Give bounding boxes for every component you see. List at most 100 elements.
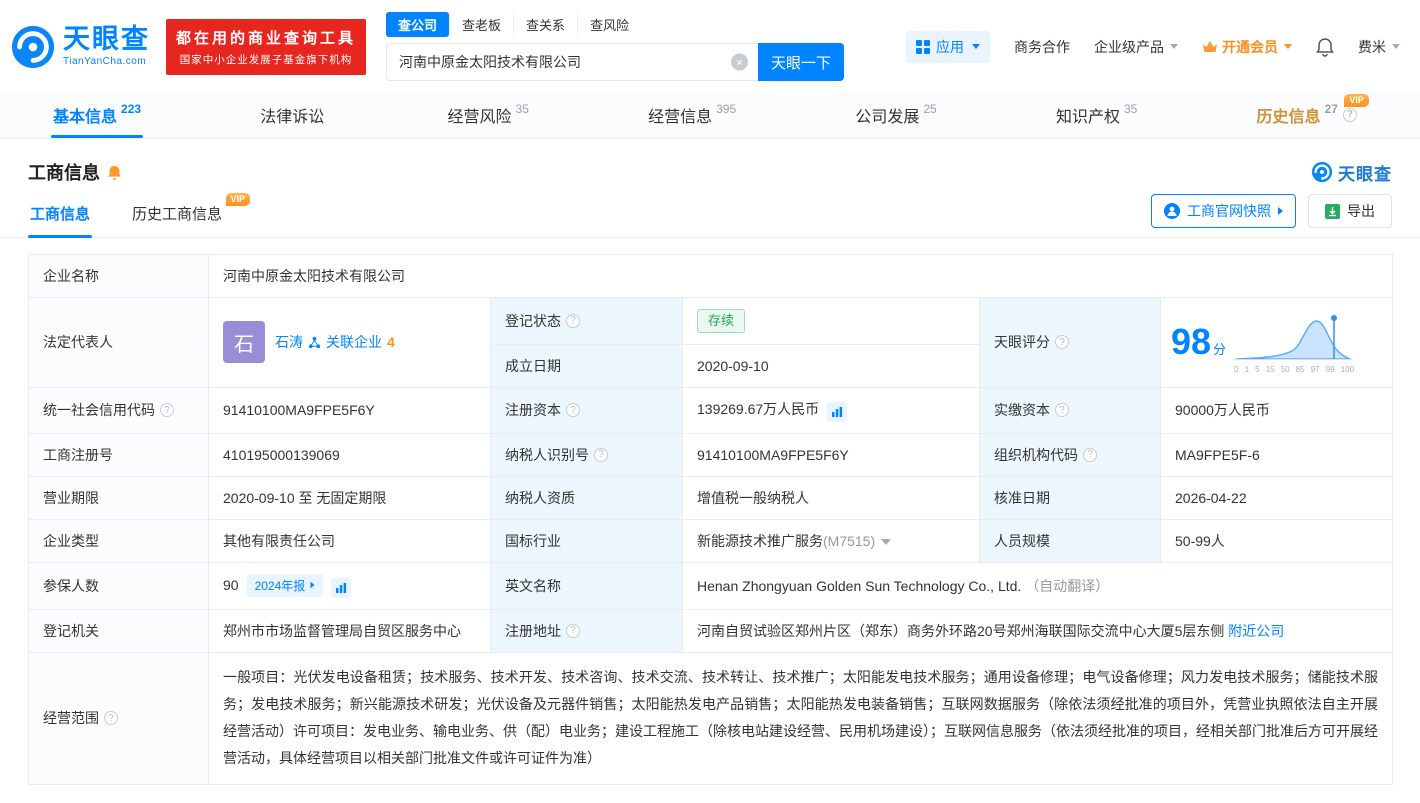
score-label: 天眼评分? <box>979 297 1161 388</box>
search-tab-risk[interactable]: 查风险 <box>577 12 641 37</box>
reg-status-label: 登记状态? <box>490 297 683 345</box>
score-cell[interactable]: 98 分 0 1 5 15 50 85 97 99 100 <box>1159 297 1394 388</box>
subtab-label: 历史工商信息 <box>132 206 223 223</box>
snapshot-label: 工商官网快照 <box>1187 203 1271 219</box>
reg-status-value: 存续 <box>682 297 980 345</box>
open-vip-label: 开通会员 <box>1222 38 1278 55</box>
help-icon[interactable]: ? <box>566 623 580 638</box>
promo-banner-line2: 国家中小企业发展子基金旗下机构 <box>179 53 353 66</box>
est-date-value: 2020-09-10 <box>682 343 980 388</box>
search-tab-company[interactable]: 查公司 <box>386 12 450 37</box>
search-row: × 天眼一下 <box>386 43 845 81</box>
arrow-right-icon <box>310 581 315 589</box>
tab-intellectual-property[interactable]: 知识产权 35 <box>1048 91 1145 138</box>
tab-business-info[interactable]: 经营信息 395 <box>640 91 744 138</box>
help-icon[interactable]: ? <box>1083 447 1097 462</box>
subscribe-bell-icon[interactable] <box>107 164 122 181</box>
tab-company-development[interactable]: 公司发展 25 <box>847 91 944 138</box>
help-icon[interactable]: ? <box>1055 335 1069 350</box>
help-icon[interactable]: ? <box>160 403 174 417</box>
help-icon[interactable]: ? <box>594 447 608 462</box>
help-icon[interactable]: ? <box>104 711 118 726</box>
tab-label: 法律诉讼 <box>260 108 325 126</box>
approval-date-label: 核准日期 <box>979 475 1161 520</box>
tab-count: 223 <box>121 101 142 116</box>
staff-analysis-icon[interactable] <box>331 577 352 598</box>
official-snapshot-button[interactable]: 工商官网快照 <box>1151 194 1296 228</box>
capital-analysis-icon[interactable] <box>827 401 848 422</box>
related-companies-icon <box>308 336 321 348</box>
tab-count: 395 <box>716 101 737 116</box>
user-menu[interactable]: 费米 <box>1358 37 1400 57</box>
search-tab-relation[interactable]: 查关系 <box>513 12 577 37</box>
related-companies-link[interactable]: 关联企业 <box>326 332 382 352</box>
tab-label: 经营信息 <box>648 108 713 126</box>
chevron-down-icon <box>1392 44 1400 49</box>
business-term-label: 营业期限 <box>28 475 209 520</box>
tab-history-info[interactable]: VIP 历史信息 27 ? <box>1249 91 1369 138</box>
search-tabs: 查公司 查老板 查关系 查风险 <box>386 12 844 37</box>
apps-label: 应用 <box>936 38 964 55</box>
help-icon[interactable]: ? <box>566 313 580 328</box>
legal-rep-avatar[interactable]: 石 <box>223 321 265 364</box>
export-label: 导出 <box>1347 203 1375 219</box>
insured-value: 90 2024年报 <box>208 561 491 610</box>
search-tab-boss[interactable]: 查老板 <box>449 12 513 37</box>
logo-text: 天眼查 TianYanCha.com <box>63 26 150 68</box>
vip-badge: VIP <box>225 193 251 206</box>
business-cooperation-label: 商务合作 <box>1014 38 1070 55</box>
clear-input-icon[interactable]: × <box>731 53 749 71</box>
reg-number-value: 410195000139069 <box>208 432 491 477</box>
tab-count: 25 <box>923 101 937 116</box>
company-type-label: 企业类型 <box>28 518 209 563</box>
tianyancha-logo[interactable]: 天眼查 TianYanCha.com <box>10 24 150 70</box>
tab-business-risk[interactable]: 经营风险 35 <box>440 91 537 138</box>
company-name-label: 企业名称 <box>28 254 209 298</box>
company-type-value: 其他有限责任公司 <box>208 518 491 563</box>
tab-basic-info[interactable]: 基本信息 223 <box>45 91 149 138</box>
scope-label: 经营范围? <box>28 651 209 785</box>
annual-report-badge[interactable]: 2024年报 <box>246 573 324 597</box>
open-vip-link[interactable]: 开通会员 <box>1202 37 1292 57</box>
table-row-legal-rep: 法定代表人 石 石涛 关联企业 4 登记状态? 存续 天眼评分 ? 98 分 0… <box>28 297 1394 388</box>
reg-capital-value: 139269.67万人民币 <box>682 386 980 434</box>
business-cooperation-link[interactable]: 商务合作 <box>1014 37 1070 57</box>
english-name-label: 英文名称 <box>490 561 683 610</box>
subtab-row: 工商信息 历史工商信息 VIP 工商官网快照 导出 <box>0 189 1420 238</box>
enterprise-product-link[interactable]: 企业级产品 <box>1094 37 1178 57</box>
apps-grid-icon <box>916 39 930 54</box>
subtab-business-info[interactable]: 工商信息 <box>28 193 93 238</box>
table-tools: 工商官网快照 导出 <box>1151 194 1392 237</box>
legal-rep-link[interactable]: 石涛 <box>275 332 303 352</box>
help-icon[interactable]: ? <box>1055 403 1069 417</box>
search-button[interactable]: 天眼一下 <box>758 43 845 81</box>
tianyancha-mini-icon <box>1311 161 1333 183</box>
reg-capital-label: 注册资本? <box>490 386 683 434</box>
approval-date-value: 2026-04-22 <box>1159 475 1394 520</box>
chevron-down-icon <box>1170 44 1178 49</box>
apps-button[interactable]: 应用 <box>906 30 990 63</box>
export-button[interactable]: 导出 <box>1308 194 1392 228</box>
status-badge: 存续 <box>697 309 746 333</box>
company-tab-bar: 基本信息 223 法律诉讼 经营风险 35 经营信息 395 公司发展 25 知… <box>0 91 1420 139</box>
search-block: 查公司 查老板 查关系 查风险 × 天眼一下 <box>386 12 845 81</box>
search-input-wrap: × <box>386 43 759 81</box>
notification-bell-icon[interactable] <box>1316 37 1334 57</box>
search-input[interactable] <box>386 43 759 81</box>
vip-badge: VIP <box>1344 94 1369 107</box>
arrow-right-icon <box>1278 207 1283 215</box>
table-row-company-type: 企业类型 其他有限责任公司 国标行业 新能源技术推广服务(M7515) 人员规模… <box>28 518 1394 563</box>
score-axis-labels: 0 1 5 15 50 85 97 99 100 <box>1234 364 1355 374</box>
nearby-companies-link[interactable]: 附近公司 <box>1228 623 1284 639</box>
tab-legal-proceedings[interactable]: 法律诉讼 <box>252 91 336 138</box>
watermark-logo: 天眼查 <box>1311 160 1392 185</box>
industry-value[interactable]: 新能源技术推广服务(M7515) <box>682 518 980 563</box>
table-row-business-term: 营业期限 2020-09-10 至 无固定期限 纳税人资质 增值税一般纳税人 核… <box>28 475 1394 520</box>
watermark-text: 天眼查 <box>1338 164 1392 184</box>
table-row-reg-number: 工商注册号 410195000139069 纳税人识别号? 91410100MA… <box>28 432 1394 477</box>
help-icon[interactable]: ? <box>566 403 580 417</box>
score-distribution-chart: 0 1 5 15 50 85 97 99 100 <box>1234 311 1354 374</box>
help-icon[interactable]: ? <box>1342 107 1357 122</box>
insured-label: 参保人数 <box>28 561 209 610</box>
subtab-history-business-info[interactable]: 历史工商信息 VIP <box>130 193 251 237</box>
